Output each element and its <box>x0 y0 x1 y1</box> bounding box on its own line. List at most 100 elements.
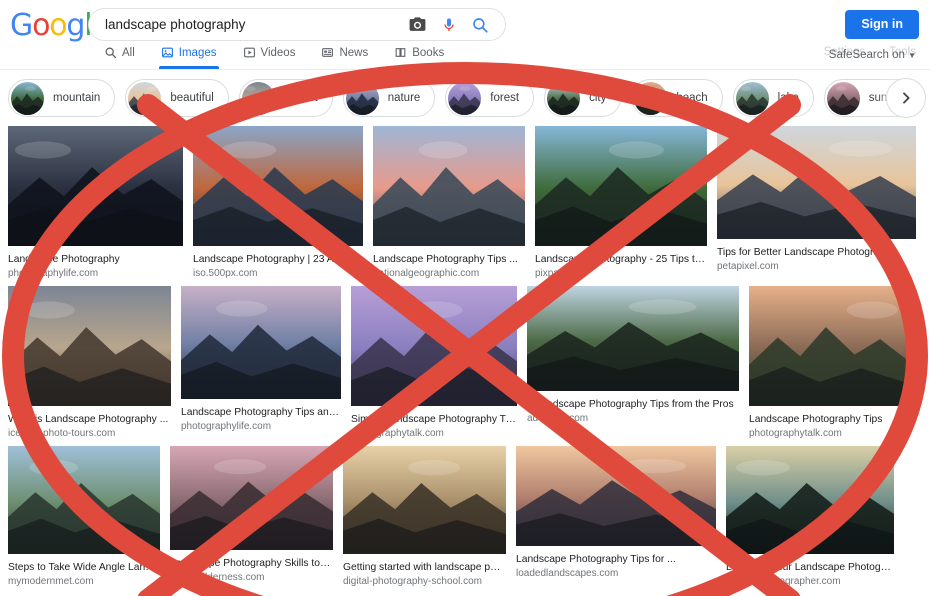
page-root: Google landscape photography Sign in <box>0 0 930 596</box>
result-source: iso.500px.com <box>193 268 258 279</box>
result-source: digital-photography-school.com <box>343 576 482 587</box>
result-title: Landscape Photography <box>8 254 120 265</box>
video-icon <box>243 47 255 58</box>
result-thumbnail[interactable] <box>535 126 707 246</box>
microphone-icon[interactable] <box>441 15 457 34</box>
image-result-card[interactable]: Landscape Photography Tips and Tricks pho… <box>181 286 341 433</box>
search-bar-icons <box>408 15 505 34</box>
chips-next-button[interactable] <box>886 78 926 118</box>
image-result-card[interactable]: Landscape Photography Tips ... nationalge… <box>373 126 525 280</box>
tab-news[interactable]: News <box>321 43 381 69</box>
image-result-card[interactable]: What is Landscape Photography ... iceland… <box>8 286 171 440</box>
result-thumbnail[interactable] <box>749 286 909 406</box>
result-source: loadedlandscapes.com <box>516 568 619 579</box>
image-result-card[interactable]: Landscape Photography | 23 Actionable ..… <box>193 126 363 280</box>
result-thumbnail[interactable] <box>170 446 333 550</box>
search-header: Google landscape photography Sign in <box>0 0 930 70</box>
image-results-grid: Landscape Photography photographylife.com… <box>0 126 930 596</box>
image-result-card[interactable]: Simple Landscape Photography Tips W... ph… <box>351 286 517 440</box>
chip-label: mountain <box>53 92 101 104</box>
result-thumbnail[interactable] <box>516 446 716 546</box>
sign-in-button[interactable]: Sign in <box>845 10 919 39</box>
magnifier-icon <box>105 47 117 59</box>
chip-thumbnail <box>11 81 44 115</box>
tab-images[interactable]: Images <box>158 43 230 69</box>
result-source: photographytalk.com <box>749 428 842 439</box>
tab-books-label: Books <box>412 46 445 59</box>
result-thumbnail[interactable] <box>527 286 739 391</box>
result-title: Steps to Take Wide Angle Landscapes <box>8 562 160 573</box>
news-icon <box>322 48 334 57</box>
result-thumbnail[interactable] <box>351 286 517 406</box>
chip-mountain[interactable]: mountain <box>8 79 116 117</box>
chip-thumbnail <box>345 81 379 115</box>
search-icon[interactable] <box>471 16 489 34</box>
chip-city[interactable]: city <box>544 79 622 117</box>
tab-books[interactable]: Books <box>394 43 457 69</box>
result-thumbnail[interactable] <box>8 446 160 554</box>
result-title: Landscape Photography | 23 Actionable ..… <box>193 254 363 265</box>
result-title: 5 Landscape Photography Tips from the Pr… <box>527 399 734 410</box>
chip-nature[interactable]: nature <box>342 79 436 117</box>
logo-letter-G: G <box>10 8 33 43</box>
image-result-card[interactable]: Landscape Photography photographylife.com <box>8 126 183 280</box>
result-thumbnail[interactable] <box>726 446 894 554</box>
image-result-card[interactable]: 5 Landscape Photography Tips from the Pr… <box>527 286 739 425</box>
tab-all[interactable]: All <box>104 43 148 69</box>
chip-sunset[interactable]: sunset <box>238 79 333 117</box>
chip-thumbnail <box>735 81 769 115</box>
result-title: Simple Landscape Photography Tips W... <box>351 414 517 425</box>
result-source: petapixel.com <box>717 261 779 272</box>
result-source: photographylife.com <box>8 268 99 279</box>
result-title: Landscape Photography Tips for ... <box>516 554 676 565</box>
chip-thumbnail <box>826 81 860 115</box>
results-row: What is Landscape Photography ... iceland… <box>0 286 930 446</box>
image-result-card[interactable]: Tips for Better Landscape Photography pet… <box>717 126 916 273</box>
camera-icon[interactable] <box>408 15 427 34</box>
result-source: iceland-photo-tours.com <box>8 428 116 439</box>
image-result-card[interactable]: Layers In Your Landscape Photography ...… <box>726 446 894 588</box>
chip-label: beautiful <box>170 92 214 104</box>
result-title: Layers In Your Landscape Photography ... <box>726 562 894 573</box>
chip-lake[interactable]: lake <box>732 79 814 117</box>
result-title: Landscape Photography Skills to Master <box>170 558 333 569</box>
image-result-card[interactable]: Landscape Photography Tips photographytal… <box>749 286 909 440</box>
tab-videos[interactable]: Videos <box>243 43 309 69</box>
chip-thumbnail <box>448 81 482 115</box>
logo-letter-o1: o <box>32 8 50 43</box>
result-source: photographytalk.com <box>351 428 444 439</box>
chip-beach[interactable]: beach <box>631 79 723 117</box>
image-result-card[interactable]: Landscape Photography - 25 Tips to ... pi… <box>535 126 707 280</box>
image-result-card[interactable]: Getting started with landscape photograp… <box>343 446 506 588</box>
header-divider <box>0 69 930 70</box>
result-thumbnail[interactable] <box>8 126 183 246</box>
logo-letter-o2: o <box>49 8 67 43</box>
image-icon <box>161 47 173 58</box>
result-source: photographylife.com <box>181 421 272 432</box>
chevron-down-icon: ▼ <box>908 51 916 60</box>
result-thumbnail[interactable] <box>717 126 916 239</box>
result-thumbnail[interactable] <box>181 286 341 399</box>
result-thumbnail[interactable] <box>373 126 525 246</box>
result-thumbnail[interactable] <box>343 446 506 554</box>
result-title: Tips for Better Landscape Photography <box>717 247 896 258</box>
chip-beautiful[interactable]: beautiful <box>125 79 229 117</box>
result-source: pixpa.com <box>535 268 581 279</box>
result-title: Landscape Photography Tips ... <box>373 254 518 265</box>
image-result-card[interactable]: Landscape Photography Skills to Master vi… <box>170 446 333 584</box>
chip-thumbnail <box>634 81 668 115</box>
result-source: adorama.com <box>527 413 589 424</box>
search-bar[interactable]: landscape photography <box>88 8 506 41</box>
image-result-card[interactable]: Steps to Take Wide Angle Landscapes mymod… <box>8 446 160 588</box>
safesearch-dropdown[interactable]: SafeSearch on ▼ <box>829 49 916 61</box>
search-input[interactable]: landscape photography <box>89 17 408 32</box>
result-source: mymodernmet.com <box>8 576 94 587</box>
chip-thumbnail <box>241 81 275 115</box>
result-source: nationalgeographic.com <box>373 268 480 279</box>
image-result-card[interactable]: Landscape Photography Tips for ... loaded… <box>516 446 716 580</box>
logo-letter-g: g <box>66 8 85 43</box>
tab-videos-label: Videos <box>260 46 296 59</box>
chip-forest[interactable]: forest <box>445 79 535 117</box>
result-thumbnail[interactable] <box>8 286 171 406</box>
result-thumbnail[interactable] <box>193 126 363 246</box>
